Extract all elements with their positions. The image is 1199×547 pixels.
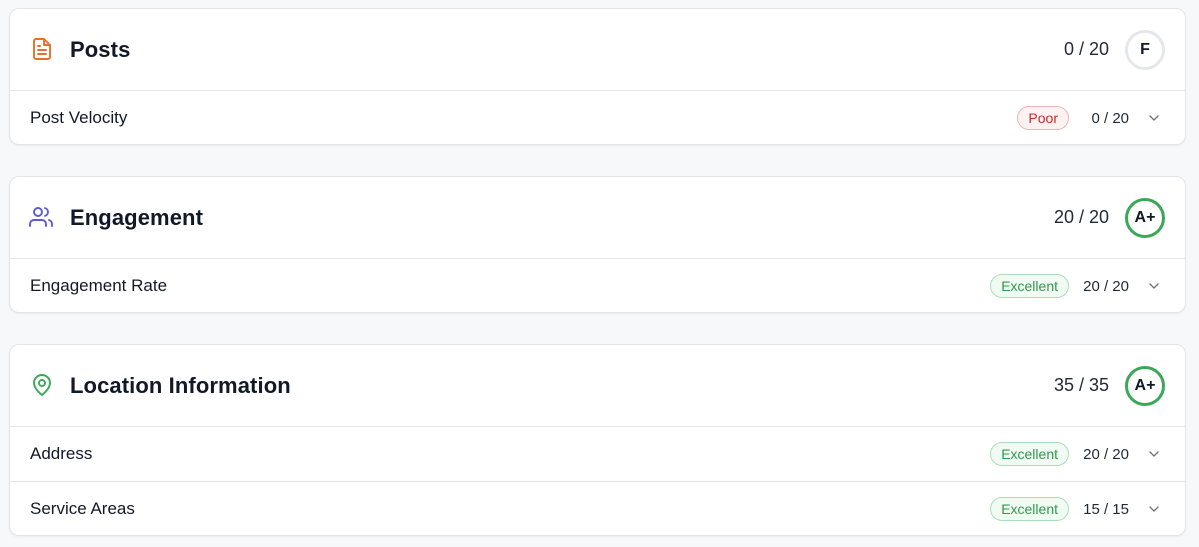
metric-score: 20 / 20: [1083, 445, 1129, 463]
status-badge: Excellent: [990, 442, 1069, 466]
section-score: 0 / 20: [1063, 39, 1109, 59]
metric-label: Engagement Rate: [30, 276, 168, 295]
metric-score: 0 / 20: [1091, 109, 1129, 127]
metric-row-post-velocity[interactable]: Post Velocity Poor 0 / 20: [10, 91, 1185, 144]
metric-label: Service Areas: [30, 499, 135, 518]
metric-label: Address: [30, 444, 93, 463]
grade-badge: F: [1125, 30, 1165, 70]
posts-header: Posts 0 / 20 F: [10, 9, 1185, 91]
document-icon: [29, 36, 55, 62]
engagement-header: Engagement 20 / 20 A+: [10, 177, 1185, 259]
chevron-down-icon[interactable]: [1145, 445, 1163, 463]
status-badge: Poor: [1017, 106, 1069, 130]
users-icon: [29, 204, 55, 230]
chevron-down-icon[interactable]: [1145, 277, 1163, 295]
metric-row-engagement-rate[interactable]: Engagement Rate Excellent 20 / 20: [10, 259, 1185, 312]
engagement-section: Engagement 20 / 20 A+ Engagement Rate Ex…: [9, 176, 1186, 313]
section-title: Location Information: [70, 372, 291, 398]
status-badge: Excellent: [990, 274, 1069, 298]
section-score: 35 / 35: [1053, 375, 1109, 395]
section-score: 20 / 20: [1053, 207, 1109, 227]
grade-badge: A+: [1125, 366, 1165, 406]
chevron-down-icon[interactable]: [1145, 109, 1163, 127]
location-section: Location Information 35 / 35 A+ Address …: [9, 344, 1186, 536]
metric-row-service-areas[interactable]: Service Areas Excellent 15 / 15: [10, 482, 1185, 535]
grade-badge: A+: [1125, 198, 1165, 238]
posts-section: Posts 0 / 20 F Post Velocity Poor 0 / 20: [9, 8, 1186, 145]
metric-score: 15 / 15: [1083, 500, 1129, 518]
section-title: Engagement: [70, 204, 204, 230]
chevron-down-icon[interactable]: [1145, 500, 1163, 518]
location-header: Location Information 35 / 35 A+: [10, 345, 1185, 427]
section-title: Posts: [70, 36, 131, 62]
status-badge: Excellent: [990, 497, 1069, 521]
metric-label: Post Velocity: [30, 108, 128, 127]
metric-row-address[interactable]: Address Excellent 20 / 20: [10, 427, 1185, 482]
metric-score: 20 / 20: [1083, 277, 1129, 295]
map-pin-icon: [29, 372, 55, 398]
